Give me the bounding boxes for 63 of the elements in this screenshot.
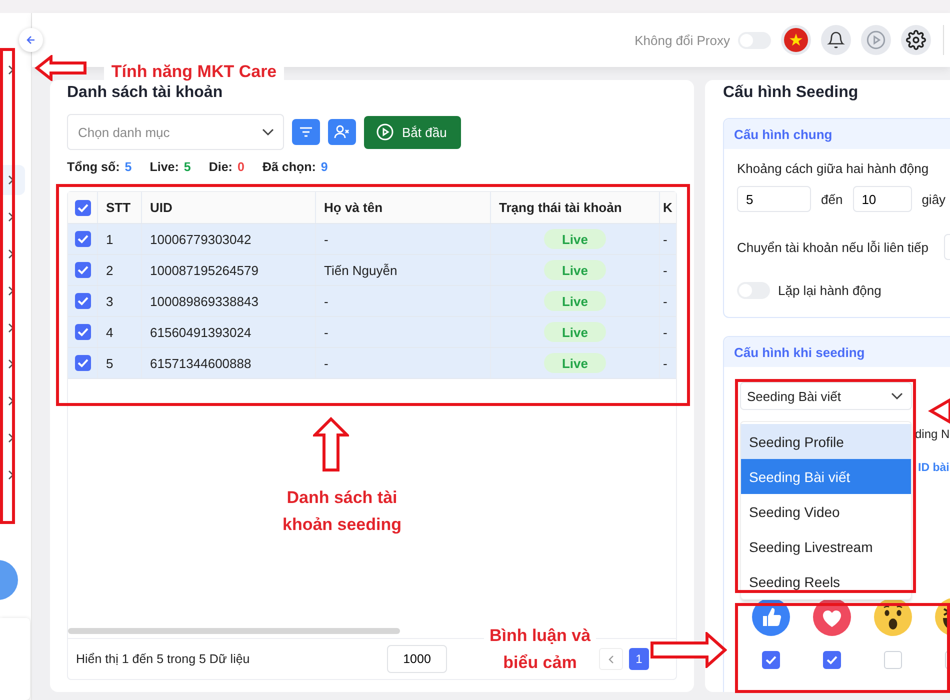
- column-header: STT: [98, 192, 142, 223]
- page-size-field[interactable]: 1000: [387, 645, 447, 673]
- table-cell: Tiến Nguyễn: [316, 255, 491, 285]
- status-badge: Live: [544, 322, 606, 342]
- table-cell: 100087195264579: [142, 255, 316, 285]
- column-header: K: [662, 199, 674, 217]
- table-cell-text: -: [662, 324, 668, 342]
- dropdown-option[interactable]: Seeding Profile: [741, 424, 911, 459]
- post-type-select[interactable]: Seeding Bài viết: [740, 382, 912, 410]
- table-cell: -: [316, 348, 491, 378]
- status-badge: Live: [544, 260, 606, 280]
- panel-title: Cấu hình Seeding: [723, 84, 860, 102]
- table-cell: 61571344600888: [142, 348, 316, 378]
- page-button[interactable]: 1: [629, 648, 649, 670]
- count-value: 0: [237, 160, 244, 174]
- column-header: Họ và tên: [316, 192, 491, 223]
- dropdown-option[interactable]: Seeding Reels: [741, 564, 911, 599]
- panel-title: Danh sách tài khoản: [67, 84, 224, 103]
- table-cell: 61560491393024: [142, 317, 316, 347]
- table-cell: 10006779303042: [142, 224, 316, 254]
- table-cell: -: [316, 286, 491, 316]
- dropdown-option[interactable]: Seeding Video: [741, 494, 911, 529]
- count-label: Live:: [150, 160, 179, 174]
- column-header: Trạng thái tài khoản: [491, 192, 660, 223]
- field-label: đến: [821, 192, 843, 206]
- status-badge: Live: [544, 353, 606, 373]
- count-label: Die:: [208, 160, 232, 174]
- interval-to-field[interactable]: 10: [852, 186, 912, 212]
- table-cell: 5: [98, 348, 142, 378]
- section-header: Cấu hình khi seeding: [724, 337, 950, 367]
- field-label: ding N: [915, 427, 950, 441]
- field-label: Khoảng cách giữa hai hành động: [737, 161, 930, 176]
- table-cell-text: -: [662, 230, 668, 248]
- table-cell: 3: [98, 286, 142, 316]
- table-cell-text: -: [662, 354, 668, 372]
- proxy-label: Không đổi Proxy: [634, 32, 730, 48]
- table-cell: 2: [98, 255, 142, 285]
- start-button[interactable]: Bắt đầu: [364, 116, 461, 148]
- dropdown-option[interactable]: Seeding Bài viết: [741, 459, 911, 494]
- tab-label[interactable]: ID bài: [918, 462, 950, 474]
- count-label: Đã chọn:: [262, 160, 316, 174]
- dropdown-option[interactable]: Seeding Livestream: [741, 529, 911, 564]
- status-badge: Live: [544, 229, 606, 249]
- column-header: UID: [142, 192, 316, 223]
- table-cell: -: [316, 317, 491, 347]
- table-cell-text: -: [662, 262, 668, 280]
- status-badge: Live: [544, 291, 606, 311]
- table-cell: 1: [98, 224, 142, 254]
- table-cell: -: [316, 224, 491, 254]
- count-value: 9: [320, 160, 328, 174]
- toggle-label: Lặp lại hành động: [778, 283, 882, 298]
- interval-from-field[interactable]: 5: [737, 186, 811, 212]
- table-cell-text: -: [662, 292, 668, 310]
- category-select[interactable]: Chọn danh mục: [67, 114, 284, 150]
- table-cell: 100089869338843: [142, 286, 316, 316]
- section-header: Cấu hình chung: [724, 119, 950, 149]
- field-label: Chuyển tài khoản nếu lỗi liên tiếp: [737, 240, 929, 254]
- count-value: 5: [184, 160, 191, 174]
- field-label: giây: [922, 192, 946, 206]
- count-value: 5: [124, 160, 132, 174]
- table-cell: 4: [98, 317, 142, 347]
- table-summary: Hiển thị 1 đến 5 trong 5 Dữ liệu: [76, 652, 250, 666]
- count-label: Tổng số:: [67, 160, 120, 174]
